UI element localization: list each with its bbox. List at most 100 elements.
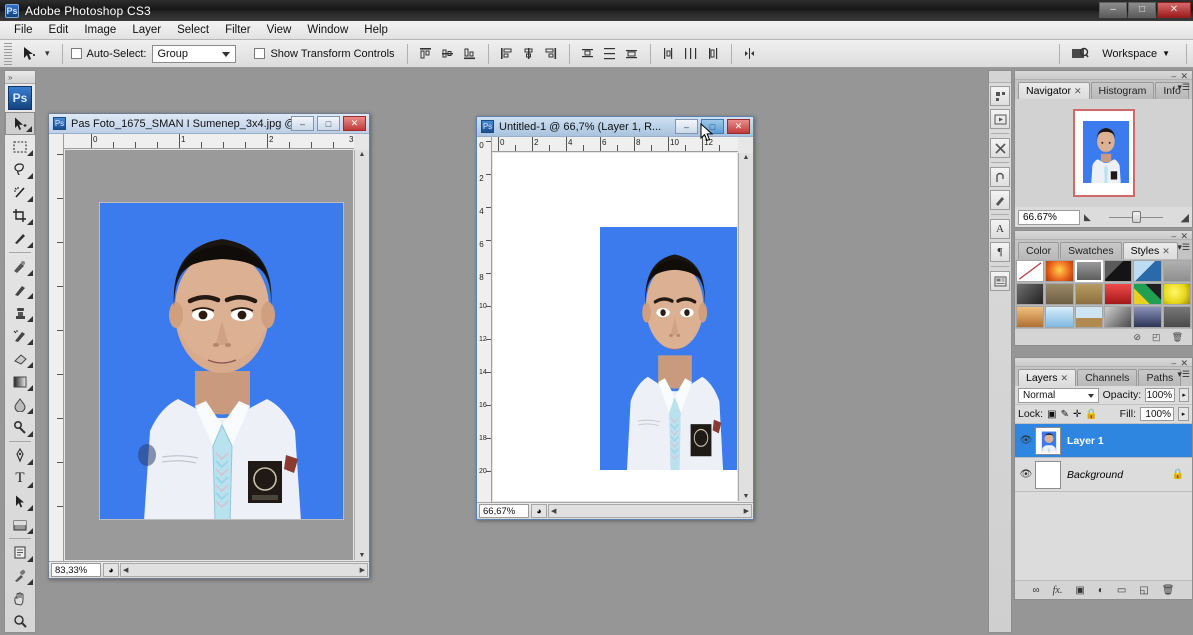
document-window-1[interactable]: Ps Pas Foto_1675_SMAN I Sumenep_3x4.jpg …	[48, 113, 370, 579]
style-swatch[interactable]	[1016, 306, 1045, 328]
menu-image[interactable]: Image	[76, 22, 124, 38]
document-1-photo[interactable]	[99, 202, 344, 520]
info-panel-icon[interactable]	[990, 271, 1010, 291]
document-2-photo[interactable]	[600, 227, 737, 470]
menu-file[interactable]: File	[6, 22, 41, 38]
navigator-zoom-slider[interactable]	[1095, 210, 1177, 225]
tab-color[interactable]: Color	[1018, 242, 1060, 259]
rectangular-marquee-tool[interactable]	[5, 135, 35, 158]
menu-layer[interactable]: Layer	[124, 22, 169, 38]
close-icon[interactable]: ✕	[1074, 86, 1082, 97]
document-1-minimize-button[interactable]: –	[291, 116, 314, 131]
toolbox-grip[interactable]: »	[5, 71, 35, 84]
menu-view[interactable]: View	[259, 22, 300, 38]
close-icon[interactable]: ✕	[1061, 373, 1069, 384]
navigator-panel-grip[interactable]: – ✕	[1015, 71, 1192, 82]
minimize-panel-icon[interactable]: –	[1172, 232, 1176, 241]
auto-align-layers-button[interactable]	[740, 44, 760, 64]
document-1-status-icon[interactable]: ◕	[103, 563, 119, 577]
document-1-close-button[interactable]: ✕	[343, 116, 366, 131]
zoom-out-icon[interactable]: ◣	[1084, 212, 1091, 223]
move-tool[interactable]	[5, 112, 35, 135]
style-swatch[interactable]	[1162, 283, 1191, 305]
tab-paths[interactable]: Paths	[1138, 369, 1182, 386]
document-2-canvas[interactable]	[493, 153, 737, 501]
lock-position-icon[interactable]: ✛	[1073, 409, 1081, 420]
pen-tool[interactable]	[5, 444, 35, 467]
style-swatch[interactable]	[1133, 306, 1162, 328]
close-panel-icon[interactable]: ✕	[1180, 358, 1188, 369]
document-2-titlebar[interactable]: Ps Untitled-1 @ 66,7% (Layer 1, R... – □…	[477, 117, 753, 137]
align-top-edges-button[interactable]	[416, 44, 436, 64]
tab-styles[interactable]: Styles ✕	[1122, 242, 1178, 259]
layer-name[interactable]: Background	[1067, 469, 1172, 481]
scroll-down-arrow-icon[interactable]: ▼	[743, 493, 750, 500]
layers-panel-menu-icon[interactable]: ▾☰	[1177, 369, 1190, 380]
menu-select[interactable]: Select	[169, 22, 217, 38]
hand-tool[interactable]	[5, 587, 35, 610]
style-swatch[interactable]	[1074, 260, 1103, 282]
magic-wand-tool[interactable]	[5, 181, 35, 204]
close-button[interactable]: ✕	[1157, 2, 1191, 18]
style-swatch[interactable]	[1074, 283, 1103, 305]
scroll-right-arrow-icon[interactable]: ▶	[744, 507, 749, 515]
slice-tool[interactable]	[5, 227, 35, 250]
link-layers-icon[interactable]: ∞	[1033, 585, 1040, 596]
new-adjustment-layer-icon[interactable]: ◐	[1098, 585, 1104, 596]
maximize-button[interactable]: □	[1128, 2, 1156, 18]
style-swatch[interactable]	[1016, 283, 1045, 305]
brushes-panel-icon[interactable]	[990, 86, 1010, 106]
navigator-thumbnail[interactable]	[1015, 99, 1192, 207]
brush-tool[interactable]	[5, 278, 35, 301]
layer-row-layer-1[interactable]: 👁 Layer 1	[1015, 424, 1192, 458]
menu-edit[interactable]: Edit	[41, 22, 77, 38]
tab-swatches[interactable]: Swatches	[1060, 242, 1122, 259]
delete-layer-icon[interactable]: 🗑	[1162, 585, 1175, 596]
tab-channels[interactable]: Channels	[1077, 369, 1138, 386]
minimize-button[interactable]: –	[1099, 2, 1127, 18]
tab-layers[interactable]: Layers ✕	[1018, 369, 1077, 386]
style-swatch[interactable]	[1162, 260, 1191, 282]
show-transform-controls-checkbox[interactable]	[254, 48, 266, 59]
scroll-left-arrow-icon[interactable]: ◀	[123, 566, 128, 574]
clone-stamp-tool[interactable]	[5, 301, 35, 324]
layer-visibility-icon[interactable]: 👁	[1017, 435, 1035, 446]
scroll-up-arrow-icon[interactable]: ▲	[743, 154, 750, 161]
eyedropper-tool[interactable]	[5, 564, 35, 587]
distribute-left-edges-button[interactable]	[659, 44, 679, 64]
close-panel-icon[interactable]: ✕	[1180, 71, 1188, 82]
style-swatch[interactable]	[1104, 283, 1133, 305]
navigator-panel-menu-icon[interactable]: ▾☰	[1177, 82, 1190, 93]
scroll-left-arrow-icon[interactable]: ◀	[551, 507, 556, 515]
new-style-icon[interactable]: ◰	[1152, 332, 1161, 343]
minimize-panel-icon[interactable]: –	[1172, 72, 1176, 81]
layers-panel-grip[interactable]: – ✕	[1015, 358, 1192, 369]
close-panel-icon[interactable]: ✕	[1180, 231, 1188, 242]
distribute-vertical-centers-button[interactable]	[600, 44, 620, 64]
close-icon[interactable]: ✕	[1162, 246, 1170, 257]
document-2-horizontal-scrollbar[interactable]: ◀ ▶	[548, 504, 752, 518]
fill-stepper[interactable]: ▸	[1178, 407, 1189, 421]
document-window-2[interactable]: Ps Untitled-1 @ 66,7% (Layer 1, R... – □…	[476, 116, 754, 520]
align-vertical-centers-button[interactable]	[438, 44, 458, 64]
healing-brush-tool[interactable]	[5, 255, 35, 278]
history-brush-tool[interactable]	[5, 324, 35, 347]
menu-window[interactable]: Window	[299, 22, 356, 38]
tool-preset-chevron-icon[interactable]: ▾	[45, 48, 50, 59]
distribute-right-edges-button[interactable]	[703, 44, 723, 64]
dock-grip[interactable]	[989, 71, 1011, 83]
horizontal-type-tool[interactable]: T	[5, 467, 35, 490]
distribute-horizontal-centers-button[interactable]	[681, 44, 701, 64]
document-1-titlebar[interactable]: Ps Pas Foto_1675_SMAN I Sumenep_3x4.jpg …	[49, 114, 369, 134]
align-left-edges-button[interactable]	[497, 44, 517, 64]
add-layer-style-icon[interactable]: fx.	[1053, 585, 1063, 596]
lasso-tool[interactable]	[5, 158, 35, 181]
zoom-tool[interactable]	[5, 610, 35, 633]
menu-help[interactable]: Help	[356, 22, 396, 38]
layer-visibility-icon[interactable]: 👁	[1017, 469, 1035, 480]
style-swatch[interactable]	[1074, 306, 1103, 328]
paragraph-panel-icon[interactable]: ¶	[990, 242, 1010, 262]
style-swatch[interactable]	[1162, 306, 1191, 328]
document-2-vertical-scrollbar[interactable]: ▲ ▼	[738, 153, 753, 501]
scroll-right-arrow-icon[interactable]: ▶	[360, 566, 365, 574]
